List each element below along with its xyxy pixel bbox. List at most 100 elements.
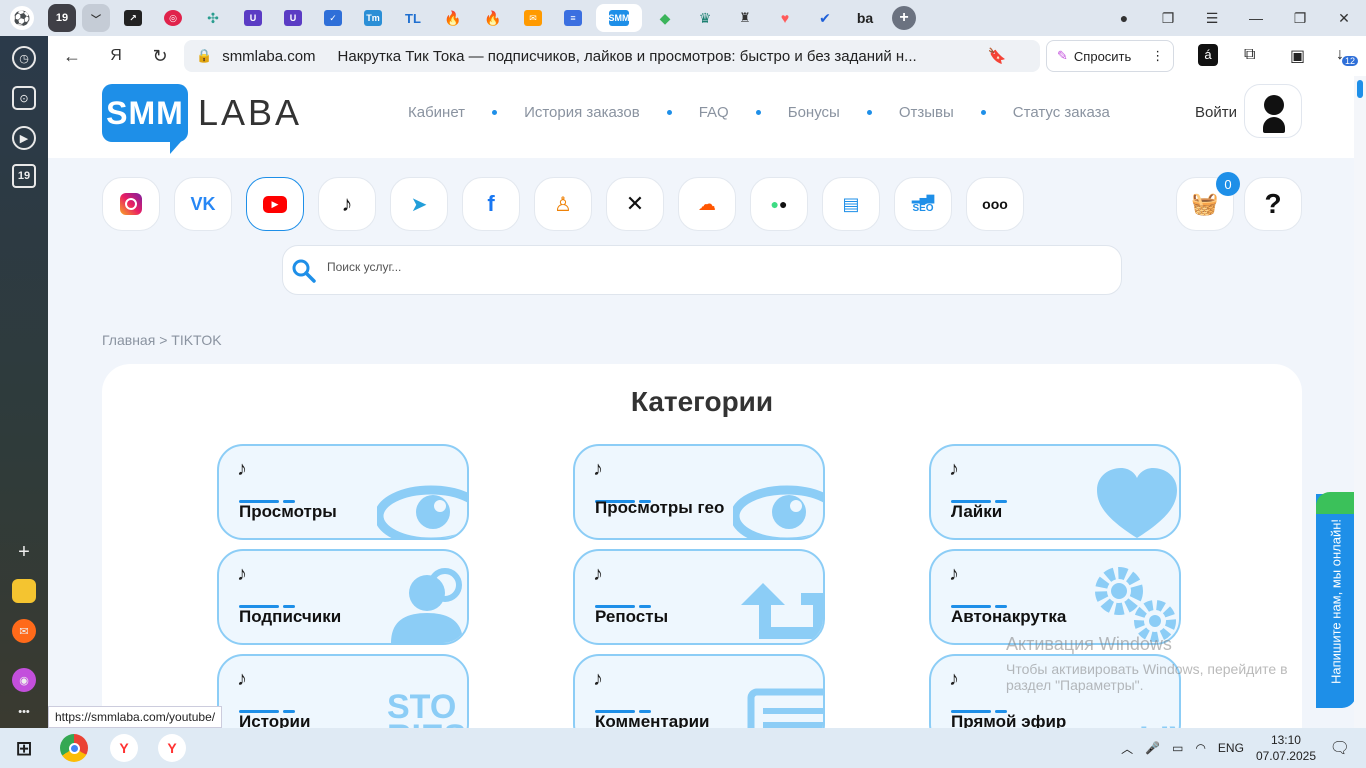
tab-soccer[interactable]: ⚽ — [10, 6, 34, 30]
tab-16[interactable]: ♥ — [768, 4, 802, 32]
tab-15[interactable]: ♜ — [728, 4, 762, 32]
menu-icon[interactable]: ☰ — [1190, 10, 1234, 27]
alice-icon: ✎ — [1057, 48, 1068, 63]
close-icon[interactable]: ✕ — [1322, 10, 1366, 27]
screenshot-icon[interactable]: ⊙ — [12, 86, 36, 110]
tiktok-icon: ♪ — [237, 563, 247, 585]
tab-3[interactable]: ✣ — [196, 4, 230, 32]
wifi-icon[interactable]: ◠ — [1195, 741, 1205, 755]
tab-2[interactable]: ◎ — [156, 4, 190, 32]
kebab-menu-icon[interactable]: ⋮ — [1151, 48, 1164, 64]
network-seo[interactable]: ▂▄▆ SEO — [894, 177, 952, 231]
network-chat[interactable]: ▤ — [822, 177, 880, 231]
help-button[interactable]: ? — [1244, 177, 1302, 231]
clock[interactable]: 13:10 07.07.2025 — [1256, 732, 1316, 764]
tab-18[interactable]: ba — [848, 4, 882, 32]
network-x[interactable]: ✕ — [606, 177, 664, 231]
mail-app-icon[interactable]: ✉ — [12, 619, 36, 643]
chrome-icon[interactable] — [60, 734, 88, 762]
search-input[interactable] — [327, 260, 1087, 274]
user-avatar-button[interactable] — [1244, 84, 1302, 138]
history-icon[interactable]: ◷ — [12, 46, 36, 70]
yandex-button[interactable]: Я — [98, 38, 134, 74]
reader-icon[interactable]: á — [1198, 44, 1218, 66]
breadcrumb-home[interactable]: Главная — [102, 332, 155, 348]
tab-11[interactable]: ✉ — [516, 4, 550, 32]
network-telegram[interactable]: ➤ — [390, 177, 448, 231]
network-facebook[interactable]: f — [462, 177, 520, 231]
tab-1[interactable]: ↗ — [116, 4, 150, 32]
tab-smmlaba-active[interactable]: SMM — [596, 4, 642, 32]
yandex-browser-icon-active[interactable]: Y — [158, 734, 186, 762]
url-domain: smmlaba.com — [222, 47, 316, 65]
tab-10[interactable]: 🔥 — [476, 4, 510, 32]
login-link[interactable]: Войти — [1195, 104, 1237, 121]
network-vk[interactable]: VK — [174, 177, 232, 231]
category-autoboost[interactable]: ♪ Автонакрутка — [929, 549, 1181, 645]
profile-icon[interactable]: ● — [1102, 10, 1146, 26]
network-instagram[interactable] — [102, 177, 160, 231]
category-views[interactable]: ♪ Просмотры — [217, 444, 469, 540]
extension-icon[interactable]: ▣ — [1290, 46, 1305, 66]
back-button[interactable]: ← — [54, 38, 90, 74]
category-likes[interactable]: ♪ Лайки — [929, 444, 1181, 540]
microphone-icon[interactable]: 🎤 — [1145, 741, 1160, 755]
tab-14[interactable]: ♛ — [688, 4, 722, 32]
restore-icon[interactable]: ❐ — [1278, 10, 1322, 27]
category-stories[interactable]: ♪ Истории STORIES — [217, 654, 469, 728]
language-indicator[interactable]: ENG — [1218, 741, 1244, 755]
notifications-icon[interactable]: 🗨 — [1330, 738, 1350, 758]
category-subscribers[interactable]: ♪ Подписчики — [217, 549, 469, 645]
category-views-geo[interactable]: ♪ Просмотры гео — [573, 444, 825, 540]
nav-cabinet[interactable]: Кабинет — [408, 104, 465, 121]
network-odnoklassniki[interactable]: ♙ — [534, 177, 592, 231]
network-youtube[interactable]: ▶ — [246, 177, 304, 231]
tab-5[interactable]: U — [276, 4, 310, 32]
fire-icon: 🔥 — [444, 9, 462, 26]
collections-icon[interactable]: ❐ — [1146, 10, 1190, 27]
url-bar[interactable]: 🔒 smmlaba.com Накрутка Тик Тока — подпис… — [184, 40, 1040, 72]
tab-6[interactable]: ✓ — [316, 4, 350, 32]
network-apps[interactable]: ● ● — [750, 177, 808, 231]
ask-alice-button[interactable]: ✎ Спросить ⋮ — [1046, 40, 1174, 72]
tabs-dropdown[interactable]: ﹀ — [82, 4, 110, 32]
bookmark-icon[interactable]: 🔖 — [988, 47, 1007, 65]
vk-icon: VK — [190, 193, 216, 214]
online-chat-widget[interactable]: Напишите нам, мы онлайн! — [1316, 494, 1354, 708]
category-comments[interactable]: ♪ Комментарии — [573, 654, 825, 728]
nav-order-history[interactable]: История заказов — [524, 104, 640, 121]
tab-9[interactable]: 🔥 — [436, 4, 470, 32]
notes-app-icon[interactable] — [12, 579, 36, 603]
network-tiktok[interactable]: ♪ — [318, 177, 376, 231]
tab-13[interactable]: ◆ — [648, 4, 682, 32]
tab-8[interactable]: TL — [396, 4, 430, 32]
network-more[interactable]: ooo — [966, 177, 1024, 231]
play-icon[interactable]: ▶ — [12, 126, 36, 150]
add-panel-icon[interactable]: + — [12, 540, 36, 564]
tab-counter[interactable]: 19 — [48, 4, 76, 32]
translate-icon[interactable]: ⧉ — [1244, 46, 1255, 64]
tab-17[interactable]: ✔ — [808, 4, 842, 32]
tab-12[interactable]: ≡ — [556, 4, 590, 32]
battery-icon[interactable]: ▭ — [1172, 741, 1183, 755]
new-tab-button[interactable]: + — [892, 6, 916, 30]
yandex-browser-icon[interactable]: Y — [110, 734, 138, 762]
tab-4[interactable]: U — [236, 4, 270, 32]
page-scrollbar[interactable] — [1354, 76, 1366, 728]
more-icon[interactable]: ••• — [12, 700, 36, 724]
reload-button[interactable]: ↻ — [142, 38, 178, 74]
nav-order-status[interactable]: Статус заказа — [1013, 104, 1110, 121]
calendar-icon[interactable]: 19 — [12, 164, 36, 188]
minimize-icon[interactable]: — — [1234, 10, 1278, 26]
nav-bonuses[interactable]: Бонусы — [788, 104, 840, 121]
site-logo[interactable]: SMM LABA — [102, 84, 302, 154]
chevron-up-icon[interactable]: ︿ — [1121, 740, 1133, 757]
scrollbar-thumb[interactable] — [1357, 80, 1363, 98]
network-soundcloud[interactable]: ☁ — [678, 177, 736, 231]
nav-reviews[interactable]: Отзывы — [899, 104, 954, 121]
alice-app-icon[interactable]: ◉ — [12, 668, 36, 692]
category-reposts[interactable]: ♪ Репосты — [573, 549, 825, 645]
nav-faq[interactable]: FAQ — [699, 104, 729, 121]
windows-start-icon[interactable]: ⊞ — [10, 734, 38, 762]
tab-7[interactable]: Tm — [356, 4, 390, 32]
